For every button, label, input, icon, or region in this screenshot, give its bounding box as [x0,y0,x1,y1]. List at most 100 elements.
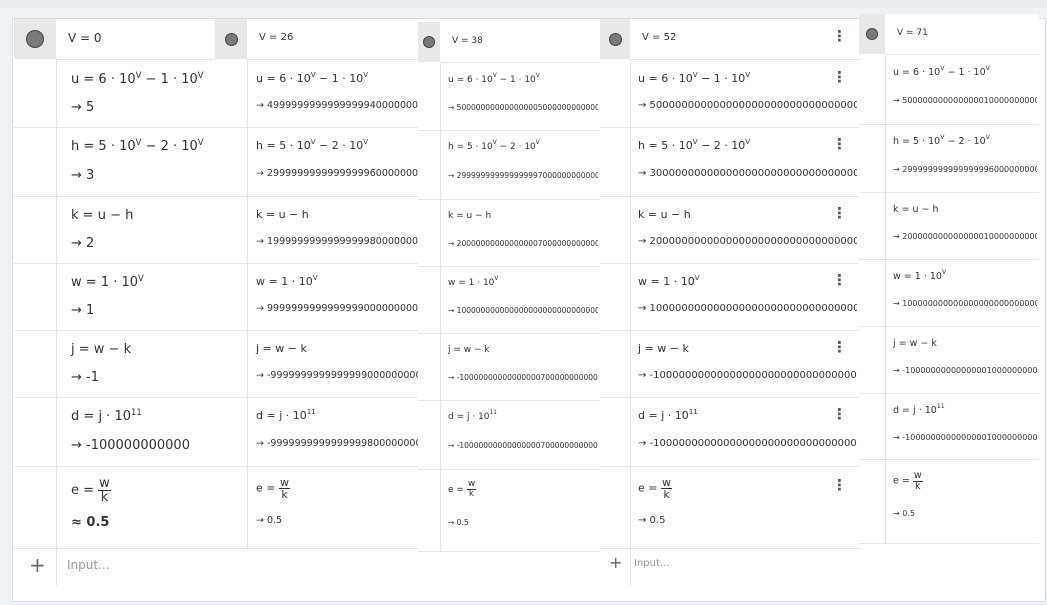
definition-expression: 1 · 10 [100,275,139,290]
algebra-row-u[interactable]: u = 6 · 10V − 1 · 10V → 5 [14,60,215,128]
algebra-row-u[interactable]: u = 6 · 10V − 1 · 10V → 50000000000000000… [600,60,859,128]
exponent: V [492,140,497,146]
algebra-row-w[interactable]: w = 1 · 10V → 100000000000000000000000000… [418,266,600,334]
visibility-toggle-icon[interactable] [866,28,878,40]
definition-e: e = wk [71,476,111,505]
algebra-row-d[interactable]: d = j · 1011 → -1000000000000000000000000… [600,397,859,467]
input-bar[interactable]: Input... [67,558,110,572]
algebra-row-e[interactable]: e = w k → 0.5 [859,459,1039,544]
algebra-row-e[interactable]: e = w k → 0.5 [418,469,600,552]
definition-d: d = j · 1011 [256,407,316,422]
definition-name: e [638,481,645,495]
more-options-icon[interactable]: ⋮ [832,204,847,222]
definition-expression: 6 · 10 [279,72,311,85]
slider-row[interactable]: V = 52 ⋮ [600,19,859,60]
algebra-row-d[interactable]: d = j · 1011 → -100000000000 [14,397,215,467]
algebra-row-h[interactable]: h = 5 · 10V − 2 · 10V → 29999999999999999… [418,130,600,200]
algebra-row-j[interactable]: j = w − k → -1000000000000000100000000000… [859,326,1039,394]
exponent: V [492,73,497,79]
definition-expression: 6 · 10 [98,72,136,87]
algebra-row-e[interactable]: e = w k ≈ 0.5 [14,466,215,549]
algebra-row-k[interactable]: k = u − h → 20000000000000000700000000000… [418,199,600,267]
algebra-row-k[interactable]: k = u − h → 20000000000000001000000000000… [859,192,1039,260]
definition-name: u [256,72,263,85]
more-options-icon[interactable]: ⋮ [832,27,847,45]
definition-expression: u − h [660,208,691,221]
result-w: → 100000000000000000000000000000000 [893,299,1037,308]
algebra-row-h[interactable]: h = 5 · 10V − 2 · 10V → 30000000000000000… [600,127,859,197]
result-j: → -1000000000000000000000000000000000000… [638,370,857,381]
slider-row[interactable]: V = 38 [418,22,600,63]
definition-w: w = 1 · 10V [638,273,700,288]
algebra-row-h[interactable]: h = 5 · 10V − 2 · 10V → 29999999999999999… [215,127,420,197]
exponent: 11 [131,407,142,417]
algebra-row-e[interactable]: e = w k → 0.5 ⋮ [600,466,859,549]
algebra-row-d[interactable]: d = j · 1011 → -1000000000000000070000000… [418,400,600,470]
definition-expression-tail: − 2 · 10 [496,142,536,152]
algebra-row-k[interactable]: k = u − h → 20000000000000000000000000000… [600,196,859,264]
definition-expression: w − k [657,342,689,355]
definition-expression: j · 10 [913,405,937,416]
definition-u: u = 6 · 10V − 1 · 10V [893,65,990,78]
definition-h: h = 5 · 10V − 2 · 10V [256,137,369,152]
more-options-icon[interactable]: ⋮ [832,135,847,153]
algebra-row-j[interactable]: j = w − k → -1000000000000000000000000000… [600,330,859,398]
fraction-denominator: k [100,490,109,505]
definition-h: h = 5 · 10V − 2 · 10V [893,134,990,147]
algebra-row-d[interactable]: d = j · 1011 → -1000000000000000100000000… [859,393,1039,460]
add-icon[interactable]: + [609,553,622,572]
input-bar[interactable]: Input... [634,558,669,569]
exponent: V [940,134,945,141]
input-row[interactable]: + Input... [600,548,859,584]
slider-label: V = 52 [642,32,677,43]
definition-e: e = wk [638,476,672,501]
more-options-icon[interactable]: ⋮ [832,338,847,356]
visibility-toggle-icon[interactable] [609,33,622,46]
add-icon[interactable]: + [29,553,46,577]
definition-name: w [71,275,82,290]
more-options-icon[interactable]: ⋮ [832,476,847,494]
algebra-row-u[interactable]: u = 6 · 10V − 1 · 10V → 50000000000000001… [859,55,1039,125]
more-options-icon[interactable]: ⋮ [832,68,847,86]
fraction: wk [661,477,672,500]
visibility-toggle-icon[interactable] [423,36,435,48]
algebra-row-d[interactable]: d = j · 1011 → -9999999999999999800000000… [215,397,420,467]
definition-expression-tail: − 1 · 10 [141,72,198,87]
slider-row[interactable]: V = 71 [859,14,1039,55]
algebra-row-j[interactable]: j = w − k → -99999999999999990000000000 [215,330,420,398]
definition-name: w [256,275,265,288]
exponent: V [363,70,369,79]
slider-row[interactable]: V = 26 [215,19,420,60]
exponent: V [745,137,751,146]
algebra-row-k[interactable]: k = u − h → 2 [14,196,215,264]
definition-expression-tail: − 2 · 10 [697,139,746,152]
visibility-toggle-icon[interactable] [225,33,238,46]
definition-u: u = 6 · 10V − 1 · 10V [71,70,204,87]
definition-expression: 6 · 10 [466,75,493,85]
more-options-icon[interactable]: ⋮ [832,271,847,289]
input-row[interactable]: + Input... [14,548,215,584]
algebra-row-j[interactable]: j = w − k → -1000000000000000070000000000… [418,333,600,401]
definition-expression: j · 10 [466,412,490,422]
algebra-row-w[interactable]: w = 1 · 10V → 100000000000000000000000000… [859,259,1039,327]
definition-name: e [256,481,263,495]
algebra-row-j[interactable]: j = w − k → -1 [14,330,215,398]
definition-u: u = 6 · 10V − 1 · 10V [448,73,540,85]
algebra-row-w[interactable]: w = 1 · 10V → 100000000000000000000000000… [600,263,859,331]
algebra-row-h[interactable]: h = 5 · 10V − 2 · 10V → 29999999999999999… [859,124,1039,193]
visibility-toggle-icon[interactable] [26,30,44,48]
algebra-row-h[interactable]: h = 5 · 10V − 2 · 10V → 3 [14,127,215,197]
algebra-row-w[interactable]: w = 1 · 10V → 1 [14,263,215,331]
algebra-row-k[interactable]: k = u − h → 1999999999999999980000000000 [215,196,420,264]
exponent: V [138,273,144,283]
slider-row[interactable]: V = 0 [14,19,215,60]
algebra-row-e[interactable]: e = w k → 0.5 [215,466,420,549]
definition-name: h [893,136,900,147]
more-options-icon[interactable]: ⋮ [832,405,847,423]
algebra-panel-4: V = 52 ⋮ u = 6 · 10V − 1 · 10V → 5000000000… [600,19,859,586]
definition-d: d = j · 1011 [448,410,497,422]
algebra-row-u[interactable]: u = 6 · 10V − 1 · 10V → 50000000000000000… [418,63,600,131]
algebra-row-w[interactable]: w = 1 · 10V → 99999999999999990000000000 [215,263,420,331]
algebra-row-u[interactable]: u = 6 · 10V − 1 · 10V → 49999999999999999… [215,60,420,128]
definition-expression: w − k [275,342,307,355]
